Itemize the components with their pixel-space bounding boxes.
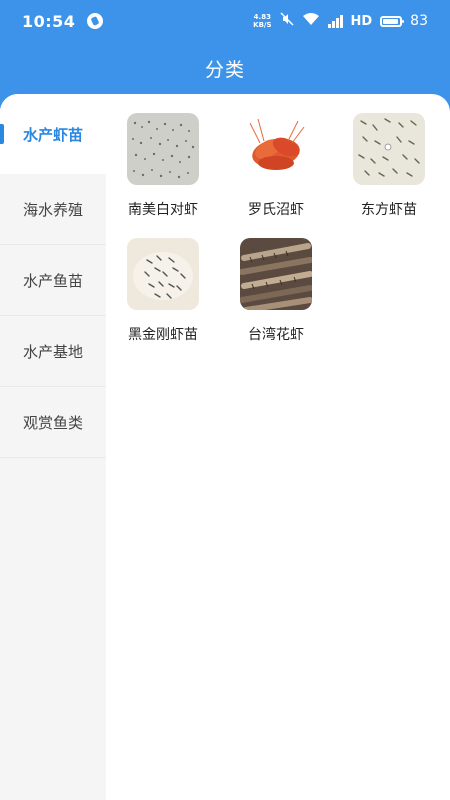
wifi-icon bbox=[302, 12, 320, 30]
page-title-bar: 分类 bbox=[0, 42, 450, 94]
sidebar-item-aquaculture-base[interactable]: 水产基地 bbox=[0, 316, 106, 387]
product-card[interactable]: 南美白对虾 bbox=[113, 113, 213, 219]
product-card[interactable]: 台湾花虾 bbox=[226, 238, 326, 344]
battery-level: 83 bbox=[410, 13, 428, 29]
status-icons: 4.83 KB/S HD 83 bbox=[253, 12, 428, 30]
battery-icon bbox=[380, 15, 405, 27]
status-time: 10:54 bbox=[22, 11, 76, 31]
shrimp-fry-photo bbox=[127, 238, 199, 310]
sidebar-item-label: 水产虾苗 bbox=[22, 125, 83, 144]
sidebar-item-label: 海水养殖 bbox=[22, 200, 83, 219]
shrimp-fry-photo bbox=[353, 113, 425, 185]
sidebar-item-mariculture[interactable]: 海水养殖 bbox=[0, 174, 106, 245]
content-panel: 水产虾苗 海水养殖 水产鱼苗 水产基地 观赏鱼类 南美白对虾 罗氏沼虾 东方虾苗… bbox=[0, 94, 450, 800]
mute-icon bbox=[279, 12, 294, 30]
product-name: 黑金刚虾苗 bbox=[128, 327, 198, 343]
network-speed-unit: KB/S bbox=[253, 21, 272, 29]
sidebar-item-label: 水产基地 bbox=[22, 342, 83, 361]
sidebar-item-label: 水产鱼苗 bbox=[22, 271, 83, 290]
mantis-shrimp-photo bbox=[240, 238, 312, 310]
product-name: 东方虾苗 bbox=[361, 202, 417, 218]
active-indicator bbox=[0, 124, 4, 144]
signal-icon bbox=[327, 14, 343, 28]
network-speed-value: 4.83 bbox=[253, 13, 271, 21]
app-notification-icon bbox=[87, 13, 104, 29]
product-card[interactable]: 东方虾苗 bbox=[339, 113, 439, 219]
product-name: 南美白对虾 bbox=[128, 202, 198, 218]
status-bar: 10:54 4.83 KB/S HD 83 bbox=[0, 0, 450, 42]
page-title: 分类 bbox=[204, 58, 245, 81]
product-name: 台湾花虾 bbox=[248, 327, 304, 343]
sidebar-item-fish-fry[interactable]: 水产鱼苗 bbox=[0, 245, 106, 316]
shrimp-fry-photo bbox=[127, 113, 199, 185]
hd-indicator: HD bbox=[350, 13, 373, 29]
product-card[interactable]: 罗氏沼虾 bbox=[226, 113, 326, 219]
product-name: 罗氏沼虾 bbox=[248, 202, 304, 218]
sidebar-item-shrimp-fry[interactable]: 水产虾苗 bbox=[0, 94, 106, 174]
network-speed: 4.83 KB/S bbox=[253, 13, 271, 29]
product-card[interactable]: 黑金刚虾苗 bbox=[113, 238, 213, 344]
sidebar-item-label: 观赏鱼类 bbox=[22, 413, 83, 432]
cooked-prawns-photo bbox=[240, 113, 312, 185]
category-sidebar: 水产虾苗 海水养殖 水产鱼苗 水产基地 观赏鱼类 bbox=[0, 94, 106, 800]
sidebar-item-ornamental-fish[interactable]: 观赏鱼类 bbox=[0, 387, 106, 458]
